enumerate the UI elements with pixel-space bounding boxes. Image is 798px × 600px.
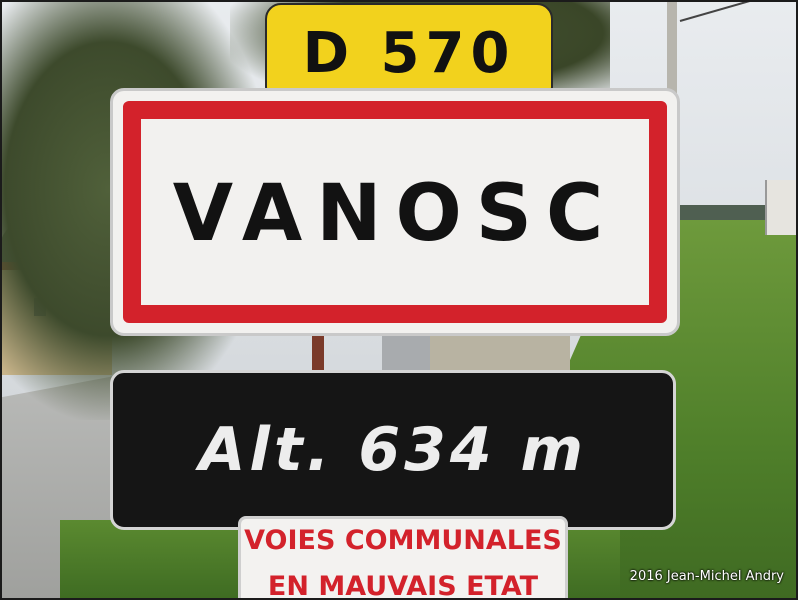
sign-post-rear bbox=[312, 330, 324, 370]
road-condition-line2: EN MAUVAIS ETAT bbox=[267, 571, 539, 600]
road-condition-line1: VOIES COMMUNALES bbox=[244, 525, 562, 556]
road-condition-sign: VOIES COMMUNALES EN MAUVAIS ETAT bbox=[238, 516, 568, 600]
sign-post bbox=[382, 330, 430, 375]
town-entry-sign: VANOSC bbox=[110, 88, 680, 336]
stone-wall bbox=[430, 330, 570, 370]
photo-scene: D 570 VANOSC Alt. 634 m VOIES COMMUNALES… bbox=[0, 0, 798, 600]
photo-credit: 2016 Jean-Michel Andry bbox=[629, 569, 784, 584]
altitude-text: Alt. 634 m bbox=[198, 415, 588, 485]
route-number-text: D 570 bbox=[302, 20, 516, 86]
building bbox=[765, 180, 798, 235]
altitude-sign: Alt. 634 m bbox=[110, 370, 676, 530]
town-name-text: VANOSC bbox=[172, 169, 618, 259]
power-wire bbox=[679, 0, 794, 22]
